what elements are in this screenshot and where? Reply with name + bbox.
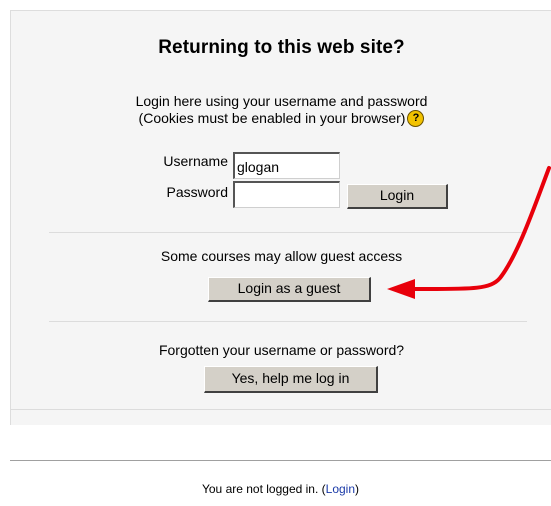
footer-text-end: )	[355, 482, 360, 496]
footer-text: You are not logged in. (	[201, 482, 326, 496]
footer-status: You are not logged in. (Login)	[10, 482, 551, 496]
footer-login-link[interactable]: Login	[326, 482, 355, 496]
red-arrow-annotation	[387, 166, 551, 299]
footer-divider	[10, 460, 551, 461]
arrow-head	[387, 279, 415, 299]
arrow-shaft	[410, 166, 551, 292]
